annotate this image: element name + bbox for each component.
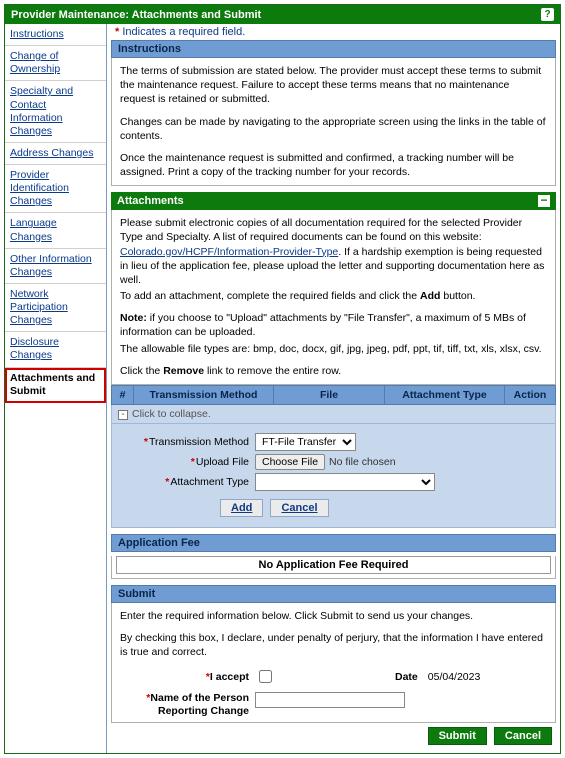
sidebar-item-other-info[interactable]: Other Information Changes (5, 249, 106, 284)
instructions-heading: Instructions (111, 40, 556, 58)
sidebar-nav: Instructions Change of Ownership Special… (5, 24, 107, 753)
transmission-method-select[interactable]: FT-File Transfer (255, 433, 356, 451)
sidebar-item-attachments-submit[interactable]: Attachments and Submit (5, 368, 106, 403)
collapse-row[interactable]: -Click to collapse. (111, 405, 556, 424)
date-value: 05/04/2023 (428, 670, 481, 684)
col-file: File (274, 386, 385, 404)
provider-type-link[interactable]: Colorado.gov/HCPF/Information-Provider-T… (120, 246, 338, 258)
attachment-form: *Transmission Method FT-File Transfer *U… (111, 424, 556, 528)
instructions-body: The terms of submission are stated below… (111, 58, 556, 186)
instructions-p3: Once the maintenance request is submitte… (120, 151, 547, 179)
instructions-p1: The terms of submission are stated below… (120, 64, 547, 107)
reporter-name-input[interactable] (255, 692, 405, 708)
sidebar-item-specialty-contact[interactable]: Specialty and Contact Information Change… (5, 81, 106, 143)
col-num: # (112, 386, 134, 404)
instructions-p2: Changes can be made by navigating to the… (120, 115, 547, 143)
attachments-heading-bar: Attachments − (111, 192, 556, 210)
col-action: Action (505, 386, 555, 404)
page-title-bar: Provider Maintenance: Attachments and Su… (5, 5, 560, 24)
reporter-name-label: *Name of the Person Reporting Change (120, 692, 255, 717)
choose-file-button[interactable]: Choose File (255, 454, 325, 470)
cancel-attachment-button[interactable]: Cancel (270, 499, 328, 517)
cancel-button[interactable]: Cancel (494, 727, 552, 745)
attachment-type-label: *Attachment Type (120, 476, 255, 488)
no-file-text: No file chosen (329, 456, 396, 468)
upload-label: *Upload File (120, 456, 255, 468)
col-transmission-method: Transmission Method (134, 386, 274, 404)
collapse-toggle-icon[interactable]: - (118, 410, 128, 420)
attachment-type-select[interactable] (255, 473, 435, 491)
app-fee-heading: Application Fee (111, 534, 556, 552)
attachments-heading: Attachments (117, 195, 184, 207)
collapse-icon[interactable]: − (538, 195, 550, 207)
date-label: Date (395, 670, 428, 684)
app-fee-message: No Application Fee Required (116, 556, 551, 574)
attachments-body: Please submit electronic copies of all d… (111, 210, 556, 385)
sidebar-item-instructions[interactable]: Instructions (5, 24, 106, 46)
col-attachment-type: Attachment Type (385, 386, 505, 404)
sidebar-item-change-ownership[interactable]: Change of Ownership (5, 46, 106, 81)
tm-label: *Transmission Method (120, 436, 255, 448)
attachments-grid-header: # Transmission Method File Attachment Ty… (111, 385, 556, 405)
accept-checkbox[interactable] (259, 670, 272, 683)
sidebar-item-network[interactable]: Network Participation Changes (5, 284, 106, 332)
add-button[interactable]: Add (220, 499, 263, 517)
submit-body: Enter the required information below. Cl… (111, 603, 556, 723)
accept-label: *I accept (120, 670, 255, 684)
page-title: Provider Maintenance: Attachments and Su… (11, 9, 261, 21)
submit-button[interactable]: Submit (428, 727, 487, 745)
sidebar-item-language[interactable]: Language Changes (5, 213, 106, 248)
sidebar-item-provider-id[interactable]: Provider Identification Changes (5, 165, 106, 213)
sidebar-item-address-changes[interactable]: Address Changes (5, 143, 106, 165)
submit-heading: Submit (111, 585, 556, 603)
sidebar-item-disclosure[interactable]: Disclosure Changes (5, 332, 106, 367)
required-field-note: * Indicates a required field. (111, 24, 556, 40)
help-icon[interactable]: ? (541, 8, 554, 21)
